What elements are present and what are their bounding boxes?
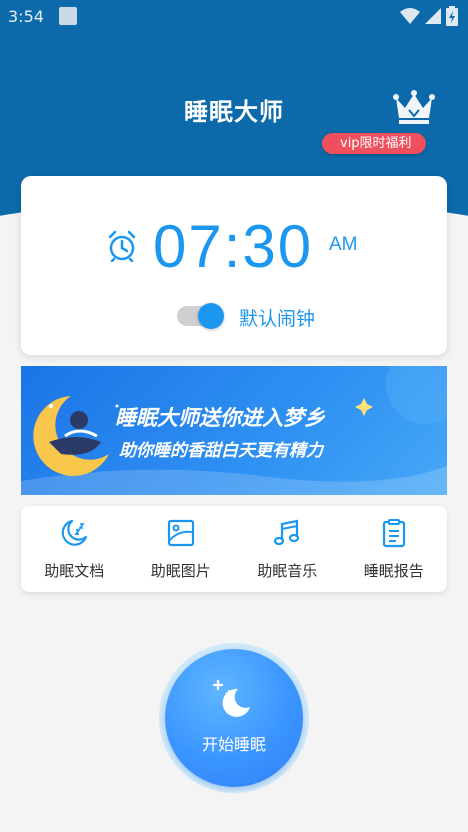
tool-sleep-music[interactable]: 助眠音乐	[234, 506, 341, 592]
default-alarm-label: 默认闹钟	[239, 308, 316, 330]
alarm-time[interactable]: 07:30	[153, 212, 313, 281]
start-sleep-button[interactable]: 开始睡眠	[165, 649, 303, 787]
tool-label: 助眠音乐	[257, 562, 318, 580]
picture-icon	[167, 519, 194, 547]
wifi-icon	[400, 8, 420, 24]
signal-icon	[425, 8, 441, 24]
tool-sleep-pictures[interactable]: 助眠图片	[128, 506, 235, 592]
tool-sleep-docs[interactable]: 助眠文档	[21, 506, 128, 592]
tool-label: 睡眠报告	[363, 562, 424, 580]
tool-label: 助眠图片	[150, 562, 211, 580]
status-time: 3:54	[8, 7, 44, 26]
sleep-tools-card: 助眠文档 助眠图片 助眠音乐 睡眠报告	[21, 506, 447, 592]
toggle-knob	[198, 303, 224, 329]
default-alarm-toggle[interactable]	[177, 303, 224, 329]
moon-doc-icon	[61, 519, 88, 546]
banner-headline: 睡眠大师送你进入梦乡	[115, 406, 325, 430]
battery-icon	[446, 6, 458, 26]
alarm-card[interactable]: 07:30 AM 默认闹钟	[21, 176, 447, 355]
report-icon	[382, 519, 405, 548]
status-icons	[400, 6, 458, 26]
music-note-icon	[274, 519, 300, 546]
alarm-period: AM	[329, 234, 358, 255]
tool-label: 助眠文档	[44, 562, 105, 580]
crown-icon[interactable]	[392, 88, 436, 126]
status-bar: 3:54	[0, 0, 468, 34]
promo-banner[interactable]: 睡眠大师送你进入梦乡 助你睡的香甜白天更有精力	[21, 366, 447, 495]
moon-stars-icon	[212, 679, 250, 717]
start-sleep-label: 开始睡眠	[201, 735, 266, 754]
banner-subline: 助你睡的香甜白天更有精力	[119, 441, 323, 461]
vip-offer-button[interactable]: vip限时福利	[322, 133, 426, 154]
notification-icon	[59, 7, 77, 25]
alarm-clock-icon	[108, 230, 136, 262]
tool-sleep-report[interactable]: 睡眠报告	[341, 506, 448, 592]
